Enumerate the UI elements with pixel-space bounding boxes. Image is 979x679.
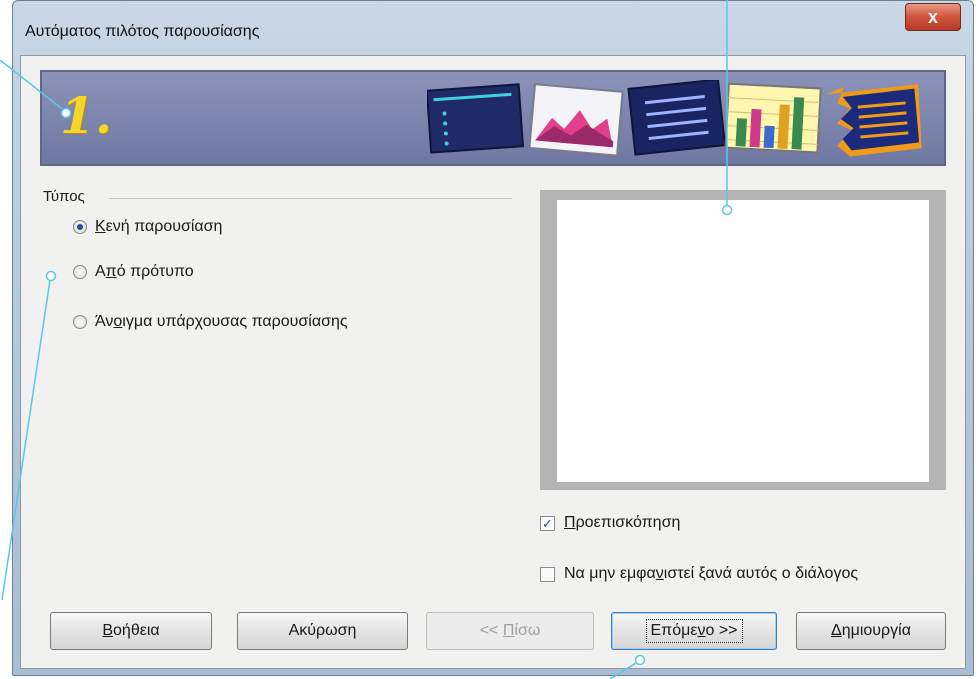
close-icon: x bbox=[927, 6, 938, 27]
help-button-label: Βοήθεια bbox=[102, 622, 160, 639]
create-button[interactable]: Δημιουργία bbox=[796, 612, 946, 650]
step-banner: 1. bbox=[40, 70, 946, 166]
help-button[interactable]: Βοήθεια bbox=[50, 612, 212, 650]
preview-area bbox=[557, 200, 929, 482]
dialog-client: 1. Τύπος Κενή παρουσίαση Από πρότυπο Άνο… bbox=[20, 55, 966, 669]
radio-open-existing-label: Άνοιγμα υπάρχουσας παρουσίασης bbox=[95, 313, 348, 330]
dont-show-checkbox-row[interactable]: Να μην εμφανιστεί ξανά αυτός ο διάλογος bbox=[540, 565, 858, 583]
radio-from-template[interactable]: Από πρότυπο bbox=[73, 263, 194, 281]
radio-empty-presentation[interactable]: Κενή παρουσίαση bbox=[73, 218, 222, 236]
back-button-label: << Πίσω bbox=[479, 622, 541, 639]
group-divider bbox=[109, 198, 512, 199]
slides-illustration bbox=[427, 80, 922, 157]
dont-show-checkbox-label: Να μην εμφανιστεί ξανά αυτός ο διάλογος bbox=[564, 565, 859, 582]
cancel-button[interactable]: Ακύρωση bbox=[237, 612, 408, 650]
radio-unselected-icon[interactable] bbox=[73, 315, 87, 329]
preview-checkbox-label: Προεπισκόπηση bbox=[564, 514, 681, 531]
title-bar[interactable]: Αυτόματος πιλότος παρουσίασης x bbox=[13, 1, 973, 55]
next-button-label: Επόμενο >> bbox=[645, 619, 743, 643]
radio-open-existing[interactable]: Άνοιγμα υπάρχουσας παρουσίασης bbox=[73, 313, 348, 331]
close-button[interactable]: x bbox=[905, 3, 961, 31]
next-button[interactable]: Επόμενο >> bbox=[611, 612, 777, 650]
preview-frame bbox=[540, 190, 946, 490]
checkbox-checked-icon[interactable]: ✓ bbox=[540, 515, 555, 531]
radio-from-template-label: Από πρότυπο bbox=[95, 263, 194, 280]
back-button[interactable]: << Πίσω bbox=[426, 612, 594, 650]
cancel-button-label: Ακύρωση bbox=[288, 622, 357, 639]
radio-unselected-icon[interactable] bbox=[73, 265, 87, 279]
radio-empty-presentation-label: Κενή παρουσίαση bbox=[95, 218, 223, 235]
preview-checkbox-row[interactable]: ✓ Προεπισκόπηση bbox=[540, 514, 680, 532]
checkbox-unchecked-icon[interactable] bbox=[540, 566, 555, 582]
type-group-label: Τύπος bbox=[43, 188, 85, 205]
radio-selected-icon[interactable] bbox=[73, 220, 87, 234]
window-title: Αυτόματος πιλότος παρουσίασης bbox=[25, 23, 260, 40]
create-button-label: Δημιουργία bbox=[831, 622, 911, 639]
step-number: 1. bbox=[60, 86, 113, 145]
wizard-window: Αυτόματος πιλότος παρουσίασης x 1. Τύπος… bbox=[12, 0, 974, 676]
